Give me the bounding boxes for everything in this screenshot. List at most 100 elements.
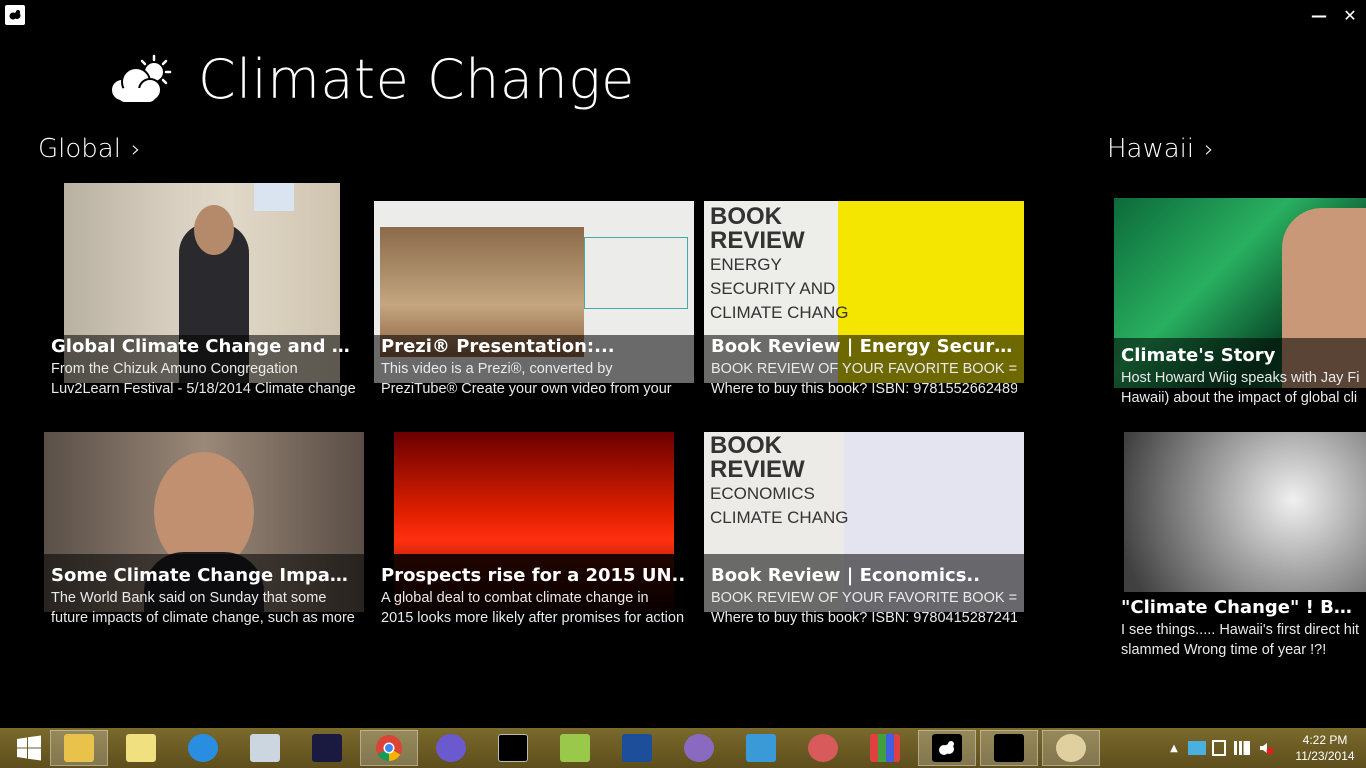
media-icon — [746, 734, 776, 762]
tile-title: "Climate Change" ! Bermuc — [1121, 597, 1359, 618]
grid-icon — [870, 734, 900, 762]
show-hidden-icons-icon[interactable]: ▲ — [1166, 743, 1182, 754]
system-tray: ▲ — [1166, 728, 1274, 768]
video-tile[interactable]: Prospects rise for a 2015 UN.. A global … — [374, 432, 694, 632]
taskbar: ▲ 4:22 PM 11/23/2014 — [0, 728, 1366, 768]
thumbnail-text: REVIEW — [710, 227, 805, 254]
taskbar-command-prompt[interactable] — [484, 730, 542, 766]
notepad-icon — [560, 734, 590, 762]
page-title: Climate Change — [198, 48, 635, 111]
dropbox-icon[interactable] — [1188, 741, 1206, 755]
tile-description: Where to buy this book? ISBN: 9781552662… — [711, 381, 1017, 397]
video-tile[interactable]: Prezi® Presentation:... This video is a … — [374, 183, 694, 403]
clock-time: 4:22 PM — [1302, 733, 1348, 747]
tile-caption: "Climate Change" ! Bermuc I see things..… — [1114, 592, 1366, 662]
tile-description: future impacts of climate change, such a… — [51, 610, 355, 626]
video-thumbnail — [1124, 432, 1366, 602]
thumbnail-text: BOOK — [710, 432, 782, 459]
tile-description: Where to buy this book? ISBN: 9780415287… — [711, 610, 1017, 626]
taskbar-climate-change-app[interactable] — [918, 730, 976, 766]
tile-description: Host Howard Wiig speaks with Jay Fid — [1121, 370, 1359, 386]
video-tile[interactable]: Some Climate Change Impacts... The World… — [44, 432, 364, 632]
notes-icon — [126, 734, 156, 762]
tile-description: From the Chizuk Amuno Congregation — [51, 361, 298, 377]
video-tile[interactable]: BOOK REVIEW ENERGY SECURITY AND CLIMATE … — [704, 183, 1024, 403]
taskbar-black-window[interactable] — [980, 730, 1038, 766]
battery-icon[interactable] — [1212, 740, 1226, 756]
cloud-icon — [932, 734, 962, 762]
video-tile[interactable]: "Climate Change" ! Bermuc I see things..… — [1114, 432, 1366, 662]
tile-title: Global Climate Change and the... — [51, 336, 357, 357]
tile-description: This video is a Prezi®, converted by — [381, 361, 613, 377]
tile-caption: Prospects rise for a 2015 UN.. A global … — [374, 554, 694, 632]
group-header-global[interactable]: Global › — [38, 134, 141, 164]
tile-caption: Global Climate Change and the... From th… — [44, 335, 364, 403]
windows-logo-icon — [17, 735, 41, 761]
thumbnail-text: CLIMATE CHANG — [710, 508, 849, 527]
taskbar-cat-app[interactable] — [422, 730, 480, 766]
tile-description: I see things..... Hawaii's first direct … — [1121, 622, 1359, 638]
taskbar-file-explorer[interactable] — [50, 730, 108, 766]
kindle-icon — [312, 734, 342, 762]
tile-title: Book Review | Economics.. — [711, 565, 981, 586]
window-title-bar: — ✕ — [0, 0, 1366, 30]
tile-description: BOOK REVIEW OF YOUR FAVORITE BOOK =--- — [711, 361, 1017, 377]
thumbnail-text: ECONOMICS — [710, 484, 815, 503]
tile-description: A global deal to combat climate change i… — [381, 590, 649, 606]
taskbar-media-app[interactable] — [732, 730, 790, 766]
chrome-icon — [376, 735, 402, 762]
thumbnail-text: BOOK — [710, 203, 782, 230]
taskbar-paint[interactable] — [1042, 730, 1100, 766]
taskbar-calculator[interactable] — [236, 730, 294, 766]
tile-caption: Some Climate Change Impacts... The World… — [44, 554, 364, 632]
weather-cloud-sun-icon — [108, 54, 172, 108]
video-tile[interactable]: BOOK REVIEW ECONOMICS CLIMATE CHANG Book… — [704, 432, 1024, 632]
tile-description: Luv2Learn Festival - 5/18/2014 Climate c… — [51, 381, 356, 397]
app-icon[interactable] — [5, 5, 25, 25]
tile-description: Hawaii) about the impact of global cli — [1121, 390, 1358, 406]
tile-caption: Book Review | Energy Security... BOOK RE… — [704, 335, 1024, 403]
window-icon — [994, 734, 1024, 762]
close-button[interactable]: ✕ — [1337, 3, 1363, 27]
tile-description: The World Bank said on Sunday that some — [51, 590, 327, 606]
tile-description: slammed Wrong time of year !?! — [1121, 642, 1327, 658]
volume-muted-icon[interactable] — [1258, 740, 1274, 756]
pidgin-icon — [684, 734, 714, 762]
chevron-right-icon: › — [130, 135, 141, 163]
tile-caption: Climate's Story Host Howard Wiig speaks … — [1114, 338, 1366, 413]
tile-caption: Book Review | Economics.. BOOK REVIEW OF… — [704, 554, 1024, 632]
minimize-button[interactable]: — — [1306, 3, 1332, 27]
taskbar-u-app[interactable] — [608, 730, 666, 766]
taskbar-kindle[interactable] — [298, 730, 356, 766]
tile-description: 2015 looks more likely after promises fo… — [381, 610, 685, 626]
clock[interactable]: 4:22 PM 11/23/2014 — [1290, 732, 1360, 764]
tile-description: PreziTube® Create your own video from yo… — [381, 381, 672, 397]
thumbnail-text: REVIEW — [710, 456, 805, 483]
taskbar-apps-grid[interactable] — [856, 730, 914, 766]
calculator-icon — [250, 734, 280, 762]
tile-caption: Prezi® Presentation:... This video is a … — [374, 335, 694, 403]
group-header-hawaii[interactable]: Hawaii › — [1107, 134, 1214, 164]
video-tile[interactable]: Climate's Story Host Howard Wiig speaks … — [1114, 198, 1366, 413]
tile-title: Book Review | Energy Security... — [711, 336, 1017, 357]
chevron-right-icon: › — [1204, 135, 1214, 163]
taskbar-notepad-app[interactable] — [546, 730, 604, 766]
taskbar-sticky-notes[interactable] — [112, 730, 170, 766]
folder-icon — [64, 734, 94, 762]
taskbar-pidgin[interactable] — [670, 730, 728, 766]
thumbnail-text: SECURITY AND — [710, 279, 836, 298]
tile-title: Some Climate Change Impacts... — [51, 565, 357, 586]
tile-title: Climate's Story — [1121, 345, 1276, 366]
thumbnail-text: ENERGY — [710, 255, 782, 274]
clock-date: 11/23/2014 — [1295, 749, 1355, 763]
taskbar-windows-live[interactable] — [174, 730, 232, 766]
palette-icon — [1056, 734, 1086, 762]
network-icon[interactable] — [1234, 741, 1250, 755]
taskbar-chrome[interactable] — [360, 730, 418, 766]
group-title: Global — [38, 134, 121, 164]
cat-icon — [436, 734, 466, 762]
terminal-icon — [498, 734, 528, 762]
video-tile[interactable]: Global Climate Change and the... From th… — [44, 183, 364, 403]
u-app-icon — [622, 734, 652, 762]
taskbar-scissors-app[interactable] — [794, 730, 852, 766]
